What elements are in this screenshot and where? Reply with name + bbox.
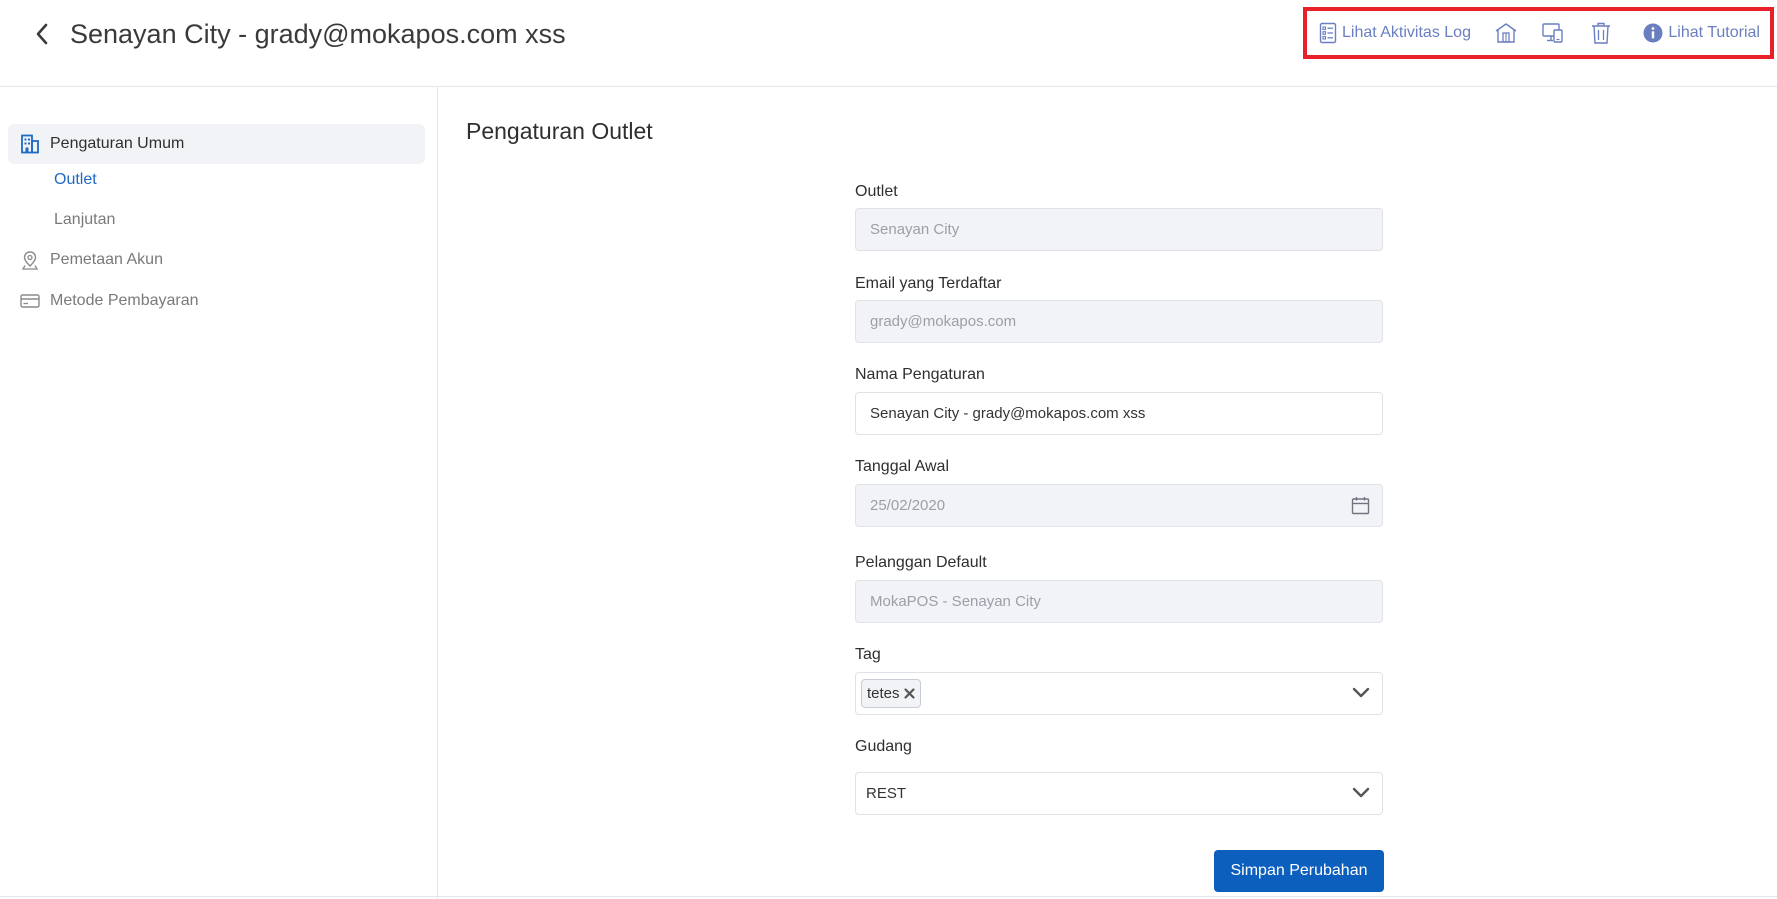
sidebar-subitem-outlet[interactable]: Outlet <box>54 168 97 192</box>
sidebar-item-payment-method-label: Metode Pembayaran <box>50 292 199 309</box>
activity-log-label: Lihat Aktivitas Log <box>1342 24 1471 41</box>
trash-icon <box>1591 22 1610 44</box>
sidebar-item-general-settings[interactable]: Pengaturan Umum <box>8 124 425 164</box>
tutorial-link[interactable]: Lihat Tutorial <box>1643 23 1760 43</box>
outlet-field: Senayan City <box>855 208 1383 251</box>
credit-card-icon <box>20 293 42 309</box>
back-button[interactable] <box>28 20 56 48</box>
setting-name-input[interactable]: Senayan City - grady@mokapos.com xss <box>855 392 1383 435</box>
calendar-icon <box>1351 496 1370 515</box>
tag-chip-label: tetes <box>867 685 900 702</box>
tag-chip: tetes <box>861 679 921 708</box>
warehouse-label: Gudang <box>855 738 912 755</box>
device-icon <box>1542 23 1563 43</box>
bottom-divider <box>0 896 1777 897</box>
sidebar-subitem-advanced[interactable]: Lanjutan <box>54 208 115 232</box>
tag-select[interactable]: tetes <box>855 672 1383 715</box>
start-date-label: Tanggal Awal <box>855 458 949 475</box>
page-header: Senayan City - grady@mokapos.com xss Lih… <box>0 0 1777 87</box>
delete-button[interactable] <box>1586 18 1615 48</box>
save-changes-button[interactable]: Simpan Perubahan <box>1214 850 1384 892</box>
header-toolbar: Lihat Aktivitas Log Lihat Tutorial <box>1303 7 1774 59</box>
building-icon <box>20 134 42 154</box>
warehouse-value: REST <box>866 785 907 802</box>
start-date-field: 25/02/2020 <box>855 484 1383 527</box>
activity-log-icon <box>1319 22 1337 44</box>
chevron-left-icon <box>36 23 48 45</box>
sidebar-item-account-mapping-label: Pemetaan Akun <box>50 251 163 268</box>
close-icon <box>903 688 915 699</box>
chevron-down-icon <box>1352 787 1370 799</box>
sidebar-subitem-advanced-label: Lanjutan <box>54 211 116 228</box>
map-pin-icon <box>20 250 42 270</box>
sidebar-subitem-outlet-label: Outlet <box>54 171 97 188</box>
default-customer-label: Pelanggan Default <box>855 554 987 571</box>
outlet-building-button[interactable] <box>1491 18 1520 48</box>
start-date-value: 25/02/2020 <box>870 497 946 514</box>
warehouse-select[interactable]: REST <box>855 772 1383 815</box>
settings-sidebar: Pengaturan Umum Outlet Lanjutan Pemetaan… <box>0 87 438 899</box>
chevron-down-icon <box>1352 687 1370 699</box>
setting-name-value: Senayan City - grady@mokapos.com xss <box>870 405 1146 422</box>
outlet-building-icon <box>1495 23 1517 43</box>
outlet-label: Outlet <box>855 183 898 200</box>
page-title: Senayan City - grady@mokapos.com xss <box>70 19 566 49</box>
email-value: grady@mokapos.com <box>870 313 1017 330</box>
default-customer-value: MokaPOS - Senayan City <box>870 593 1041 610</box>
tag-label: Tag <box>855 646 881 663</box>
main-content: Pengaturan Outlet Outlet Senayan City Em… <box>439 87 1777 899</box>
section-title: Pengaturan Outlet <box>466 118 653 144</box>
sidebar-item-account-mapping[interactable]: Pemetaan Akun <box>20 247 163 273</box>
remove-tag-button[interactable] <box>903 687 916 700</box>
info-icon <box>1643 23 1663 43</box>
email-label: Email yang Terdaftar <box>855 275 1002 292</box>
default-customer-field: MokaPOS - Senayan City <box>855 580 1383 623</box>
sidebar-item-payment-method[interactable]: Metode Pembayaran <box>20 288 199 314</box>
outlet-value: Senayan City <box>870 221 960 238</box>
tutorial-label: Lihat Tutorial <box>1668 24 1760 41</box>
sidebar-item-general-settings-label: Pengaturan Umum <box>50 135 185 152</box>
email-field: grady@mokapos.com <box>855 300 1383 343</box>
setting-name-label: Nama Pengaturan <box>855 366 985 383</box>
device-button[interactable] <box>1538 18 1567 48</box>
activity-log-link[interactable]: Lihat Aktivitas Log <box>1319 22 1471 44</box>
